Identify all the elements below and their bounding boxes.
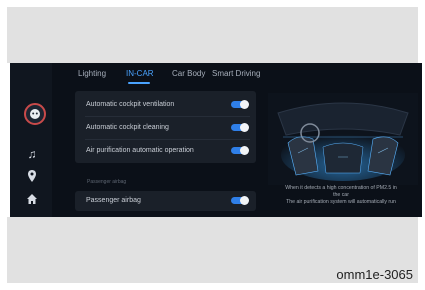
cleaning-toggle[interactable] bbox=[231, 123, 249, 132]
setting-row-cleaning: Automatic cockpit cleaning bbox=[83, 117, 253, 139]
tab-lighting[interactable]: Lighting bbox=[78, 69, 106, 78]
setting-label: Automatic cockpit cleaning bbox=[86, 124, 169, 131]
hint-line: The air purification system will automat… bbox=[286, 199, 396, 205]
settings-panel: Automatic cockpit ventilation Automatic … bbox=[75, 91, 256, 163]
car-interior-illustration bbox=[268, 93, 418, 185]
background-top bbox=[7, 7, 418, 63]
toggle-knob bbox=[240, 196, 249, 205]
setting-label: Automatic cockpit ventilation bbox=[86, 101, 175, 108]
setting-row-air-purification: Air purification automatic operation bbox=[83, 140, 253, 162]
toggle-knob bbox=[240, 146, 249, 155]
air-purification-toggle[interactable] bbox=[231, 146, 249, 155]
hint-line: the car bbox=[333, 192, 349, 198]
infotainment-screen: ♫ Lighting IN-CAR Car Body Smart Driving… bbox=[10, 63, 422, 217]
figure-caption: omm1e-3065 bbox=[336, 267, 413, 282]
air-purification-hint: When it detects a high concentration of … bbox=[263, 185, 419, 206]
home-icon[interactable] bbox=[25, 193, 39, 207]
ventilation-toggle[interactable] bbox=[231, 100, 249, 109]
tab-car-body[interactable]: Car Body bbox=[172, 69, 205, 78]
sidebar: ♫ bbox=[10, 63, 52, 217]
tab-in-car[interactable]: IN-CAR bbox=[126, 69, 154, 78]
airbag-panel: Passenger airbag bbox=[75, 191, 256, 211]
active-tab-indicator bbox=[128, 82, 150, 84]
passenger-airbag-toggle[interactable] bbox=[231, 196, 249, 205]
toggle-knob bbox=[240, 100, 249, 109]
setting-row-passenger-airbag: Passenger airbag bbox=[83, 190, 253, 212]
setting-label: Passenger airbag bbox=[86, 197, 141, 204]
section-title-airbag: Passenger airbag bbox=[87, 179, 127, 185]
assistant-avatar-icon[interactable] bbox=[24, 103, 46, 125]
location-icon[interactable] bbox=[25, 170, 39, 184]
setting-row-ventilation: Automatic cockpit ventilation bbox=[83, 94, 253, 116]
hint-line: When it detects a high concentration of … bbox=[285, 185, 397, 191]
setting-label: Air purification automatic operation bbox=[86, 147, 194, 154]
tab-smart-driving[interactable]: Smart Driving bbox=[212, 69, 260, 78]
toggle-knob bbox=[240, 123, 249, 132]
music-icon[interactable]: ♫ bbox=[25, 147, 39, 161]
